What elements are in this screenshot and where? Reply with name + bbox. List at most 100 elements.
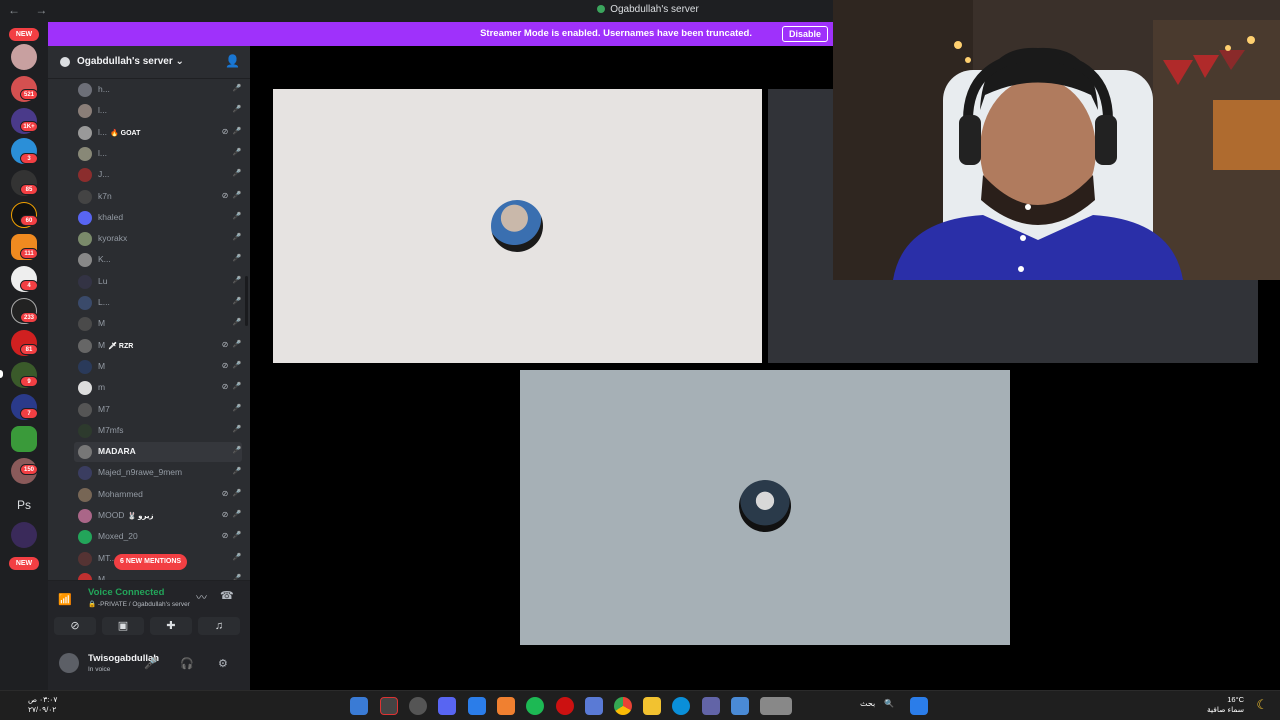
member-row[interactable]: M 🗡 RZR 🎤 ⊘ [74, 336, 242, 356]
chrome-icon[interactable] [614, 697, 632, 715]
deafened-icon: ⊘ [221, 339, 229, 349]
member-name: L... [98, 297, 110, 307]
member-row[interactable]: h... 🎤 [74, 80, 242, 100]
server-icon[interactable] [11, 426, 37, 452]
microphone-icon[interactable]: 🎤 [144, 657, 158, 670]
unread-badge: 1K+ [20, 121, 38, 132]
taskbar-app-icon[interactable] [409, 697, 427, 715]
spotify-icon[interactable] [526, 697, 544, 715]
member-row[interactable]: k7n 🎤 ⊘ [74, 187, 242, 207]
folder-icon[interactable] [643, 697, 661, 715]
avatar [78, 572, 92, 580]
avatar [78, 232, 92, 247]
member-name-text: M [98, 318, 106, 329]
disable-button[interactable]: Disable [781, 26, 828, 42]
search-icon[interactable]: 🔍 [884, 699, 894, 708]
start-button[interactable] [910, 697, 928, 715]
avatar [78, 530, 92, 545]
member-row[interactable]: khaled 🎤 [74, 208, 242, 228]
copilot-icon[interactable] [731, 697, 749, 715]
member-row[interactable]: Lu 🎤 [74, 272, 242, 292]
member-row[interactable]: M 🎤 [74, 314, 242, 334]
muted-mic-icon: 🎤 [232, 298, 242, 305]
activities-button[interactable]: ✚ [150, 617, 192, 635]
headphones-icon[interactable]: 🎧 [180, 657, 194, 670]
signal-icon[interactable]: 📶 [58, 593, 72, 606]
avatar [78, 423, 92, 438]
member-row[interactable]: M7mfs 🎤 [74, 421, 242, 441]
muted-mic-icon: 🎤 [232, 511, 242, 518]
member-row[interactable]: m 🎤 ⊘ [74, 378, 242, 398]
scrollbar[interactable] [245, 276, 248, 326]
new-pill-top[interactable]: NEW [9, 28, 39, 41]
participant-tile[interactable] [273, 89, 762, 363]
member-name-text: l... [98, 105, 107, 116]
taskbar-app-icon[interactable] [556, 697, 574, 715]
taskbar-app-icon[interactable] [380, 697, 398, 715]
member-name: M [98, 361, 105, 371]
camera-off-button[interactable]: ⊘ [54, 617, 96, 635]
deafened-icon: ⊘ [221, 126, 229, 136]
avatar [78, 104, 92, 119]
unread-badge: 111 [20, 248, 38, 259]
muted-mic-icon: 🎤 [232, 319, 242, 327]
streamer-mode-banner: Streamer Mode is enabled. Usernames have… [48, 22, 833, 46]
member-name-text: Moxed_20 [98, 531, 138, 542]
member-row[interactable]: Moxed_20 🎤 ⊘ [74, 527, 242, 547]
member-row[interactable]: M7 🎤 [74, 400, 242, 420]
disconnect-icon[interactable]: ☎ [220, 589, 234, 602]
deafened-icon: ⊘ [221, 190, 229, 200]
new-pill-bottom[interactable]: NEW [9, 557, 39, 570]
participant-avatar [739, 480, 791, 532]
muted-mic-icon: 🎤 [232, 127, 242, 135]
weather-widget[interactable]: 16°C سماء صافية [1207, 695, 1244, 715]
store-icon[interactable] [585, 697, 603, 715]
taskbar-app-icon[interactable] [350, 697, 368, 715]
voice-location[interactable]: 🔒 -PRIVATE / Ogabdullah's server [88, 600, 190, 608]
member-name-text: khaled [98, 211, 124, 222]
taskbar-app-icon[interactable] [497, 697, 515, 715]
member-row[interactable]: Majed_n9rawe_9mem 🎤 [74, 463, 242, 483]
server-header[interactable]: Ogabdullah's server ⌄ 👤 [48, 46, 250, 79]
muted-mic-icon: 🎤 [232, 255, 242, 263]
avatar[interactable] [59, 653, 79, 673]
avatar [78, 359, 92, 374]
member-row[interactable]: l... 🔥 GOAT 🎤 ⊘ [74, 123, 242, 143]
member-row[interactable]: K... 🎤 [74, 250, 242, 270]
member-name-text: Lu [98, 275, 108, 286]
teams-icon[interactable] [702, 697, 720, 715]
discord-icon[interactable] [438, 697, 456, 715]
member-name-text: h... [98, 84, 110, 94]
settings-gear-icon[interactable]: ⚙ [218, 657, 228, 670]
member-name: khaled [98, 212, 123, 222]
member-name-text: J... [98, 169, 110, 180]
taskbar-search[interactable]: بحث [860, 699, 875, 708]
avatar [78, 402, 92, 417]
soundboard-button[interactable]: ♫ [198, 617, 240, 635]
new-mentions-pill[interactable]: 6 NEW MENTIONS [114, 554, 188, 570]
server-icon[interactable] [11, 44, 37, 70]
edge-icon[interactable] [672, 697, 690, 715]
member-row[interactable]: MOOD 🐰 زيرو 🎤 ⊘ [74, 506, 242, 526]
invite-icon[interactable]: 👤 [225, 54, 240, 68]
member-name-text: MOOD [98, 510, 125, 520]
member-row[interactable]: Mohammed 🎤 ⊘ [74, 485, 242, 505]
member-row[interactable]: J... 🎤 [74, 165, 242, 185]
server-ps[interactable]: Ps [11, 492, 37, 518]
member-name-text: M7mfs [98, 424, 124, 435]
member-row[interactable]: l... 🎤 [74, 101, 242, 121]
noise-suppression-icon[interactable]: 〰 [196, 589, 207, 605]
participant-tile[interactable] [520, 370, 1010, 645]
voice-status[interactable]: Voice Connected [88, 587, 164, 598]
member-row[interactable]: L... 🎤 [74, 293, 242, 313]
member-row[interactable]: l... 🎤 [74, 144, 242, 164]
member-row[interactable]: M 🎤 ⊘ [74, 357, 242, 377]
taskbar-app-icon[interactable] [468, 697, 486, 715]
member-row[interactable]: M... 🎤 [74, 570, 242, 580]
server-icon[interactable] [11, 522, 37, 548]
system-clock[interactable]: ٠٣:٠٧ ص ٢٧/٠٩/٠٢ [28, 695, 57, 715]
member-row[interactable]: MADARA 🎤 [74, 442, 242, 463]
screen-share-button[interactable]: ▣ [102, 617, 144, 635]
taskbar-widget[interactable] [760, 697, 792, 715]
member-row[interactable]: kyorakx 🎤 [74, 229, 242, 249]
